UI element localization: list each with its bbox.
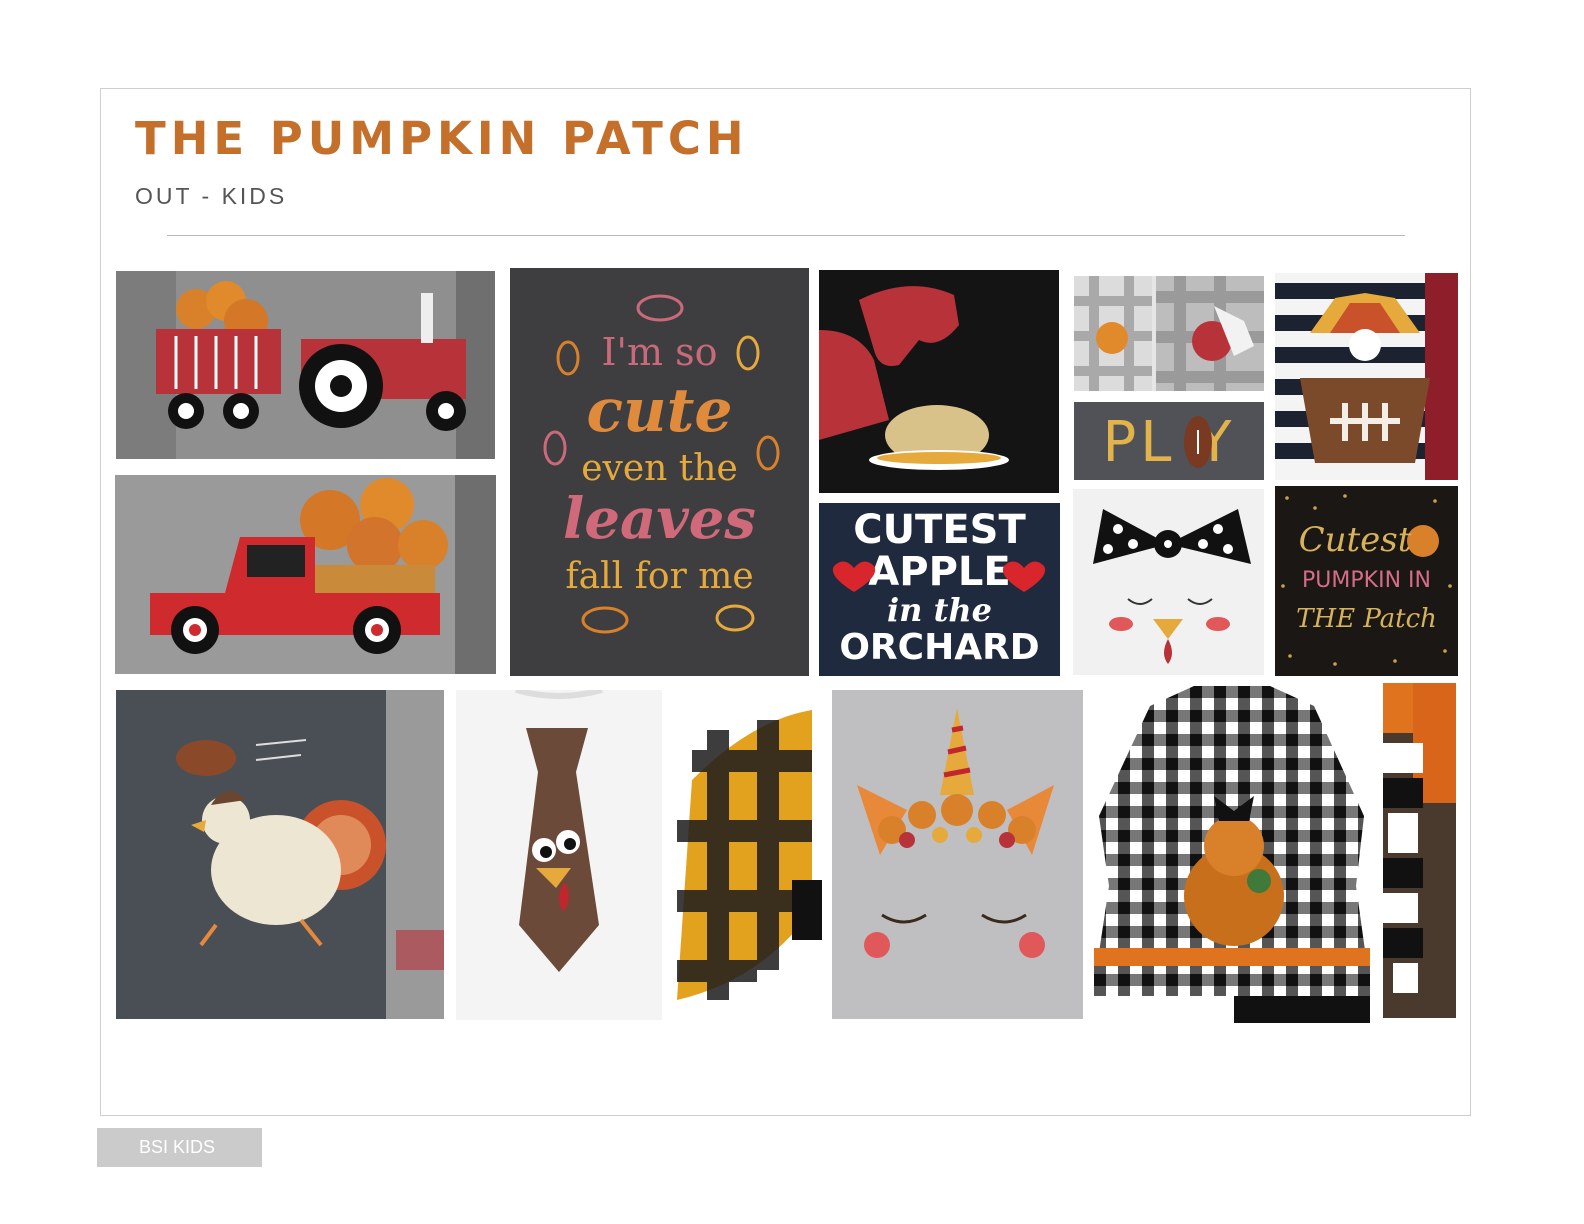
pumpkin-line-2: PUMPKIN IN	[1302, 568, 1431, 593]
football-turkey-tee-image	[116, 690, 444, 1019]
pumpkin-line-1: Cutest	[1298, 520, 1412, 560]
pumpkin-line-3: THE Patch	[1296, 604, 1437, 634]
trex-tee-image	[819, 270, 1059, 493]
turkey-football-tee-image	[1275, 273, 1458, 480]
gingham-dress-image	[1094, 686, 1370, 1023]
page-subtitle: OUT - KIDS	[135, 183, 288, 209]
tractor-tee-image	[116, 271, 495, 459]
play-tee-image: PL Y	[1074, 402, 1264, 480]
gingham-turkey-image	[1074, 276, 1264, 391]
plaid-set-image	[1383, 683, 1456, 1018]
unicorn-tee-image	[832, 690, 1083, 1019]
plaid-sleeve-image	[672, 710, 822, 1025]
tie-turkey-tee-image	[456, 690, 662, 1020]
page-title: THE PUMPKIN PATCH	[135, 112, 749, 165]
footer-label: BSI KIDS	[139, 1137, 216, 1157]
pumpkin-patch-tee-image: Cutest PUMPKIN IN THE Patch	[1275, 486, 1458, 676]
bow-turkey-tee-image	[1073, 489, 1264, 675]
header-divider	[167, 235, 1405, 236]
footer-label-box: BSI KIDS	[97, 1128, 262, 1167]
apple-tee-image: CUTEST APPLE in the ORCHARD	[819, 503, 1060, 676]
leaves-tee-image: I'm so cute even the leaves fall for me	[510, 268, 809, 676]
truck-tee-image	[115, 475, 496, 674]
